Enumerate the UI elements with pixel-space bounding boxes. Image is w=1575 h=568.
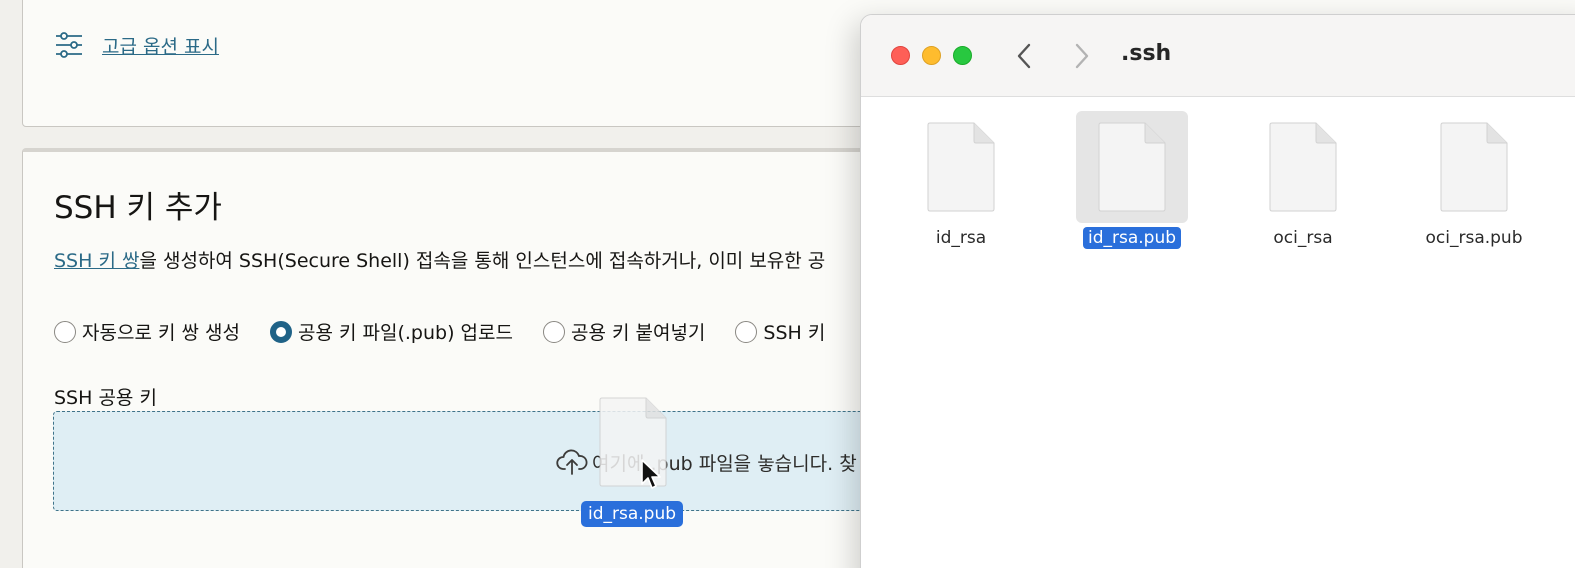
finder-window: .ssh id_rsa id_rsa.pub oci_rsa oci_rsa.p… xyxy=(860,14,1575,568)
document-icon xyxy=(1440,122,1508,212)
file-name: id_rsa.pub xyxy=(1082,227,1182,249)
public-key-label: SSH 공용 키 xyxy=(54,387,157,409)
file-item[interactable]: oci_rsa xyxy=(1223,111,1383,249)
radio-label: 자동으로 키 쌍 생성 xyxy=(82,322,240,344)
file-tile[interactable] xyxy=(1247,111,1359,223)
radio-label: SSH 키 xyxy=(763,322,826,344)
file-tile[interactable] xyxy=(905,111,1017,223)
radio-generate-key-pair[interactable]: 자동으로 키 쌍 생성 xyxy=(54,318,240,345)
minimize-window-button[interactable] xyxy=(922,46,941,65)
file-name: id_rsa xyxy=(935,228,987,248)
file-item[interactable]: id_rsa xyxy=(881,111,1041,249)
description-text: 을 생성하여 SSH(Secure Shell) 접속을 통해 인스턴스에 접속… xyxy=(139,250,826,272)
zoom-window-button[interactable] xyxy=(953,46,972,65)
section-description: SSH 키 쌍을 생성하여 SSH(Secure Shell) 접속을 통해 인… xyxy=(54,246,825,273)
file-name: oci_rsa xyxy=(1273,228,1333,248)
radio-button[interactable] xyxy=(54,320,76,343)
advanced-options-link[interactable]: 고급 옵션 표시 xyxy=(54,30,219,60)
radio-paste-public-key[interactable]: 공용 키 붙여넣기 xyxy=(542,318,706,345)
dragged-file-label: id_rsa.pub xyxy=(581,501,684,527)
folder-title: .ssh xyxy=(1121,41,1172,66)
back-chevron-icon[interactable] xyxy=(1013,41,1037,71)
radio-label: 공용 키 파일(.pub) 업로드 xyxy=(297,322,513,344)
close-window-button[interactable] xyxy=(891,46,910,65)
radio-button-selected[interactable] xyxy=(269,320,292,343)
radio-button[interactable] xyxy=(542,320,565,343)
radio-button[interactable] xyxy=(735,320,758,343)
ssh-key-pair-link[interactable]: SSH 키 쌍 xyxy=(54,250,139,272)
sliders-icon xyxy=(56,32,82,58)
section-title: SSH 키 추가 xyxy=(54,190,222,226)
file-item[interactable]: oci_rsa.pub xyxy=(1394,111,1554,249)
radio-upload-public-key[interactable]: 공용 키 파일(.pub) 업로드 xyxy=(269,318,513,345)
document-icon xyxy=(1098,122,1166,212)
radio-label: 공용 키 붙여넣기 xyxy=(570,322,706,344)
file-item-selected[interactable]: id_rsa.pub xyxy=(1052,111,1212,249)
file-name: oci_rsa.pub xyxy=(1425,228,1523,248)
radio-no-ssh-keys[interactable]: SSH 키 xyxy=(735,318,825,345)
advanced-options-label[interactable]: 고급 옵션 표시 xyxy=(102,32,219,59)
file-tile[interactable] xyxy=(1076,111,1188,223)
document-icon xyxy=(927,122,995,212)
forward-chevron-icon[interactable] xyxy=(1069,41,1093,71)
cloud-upload-icon xyxy=(556,449,588,475)
document-icon xyxy=(1269,122,1337,212)
mouse-cursor-icon xyxy=(641,459,661,489)
file-tile[interactable] xyxy=(1418,111,1530,223)
ssh-key-options: 자동으로 키 쌍 생성 공용 키 파일(.pub) 업로드 공용 키 붙여넣기 … xyxy=(54,318,855,345)
finder-toolbar: .ssh xyxy=(861,15,1575,97)
